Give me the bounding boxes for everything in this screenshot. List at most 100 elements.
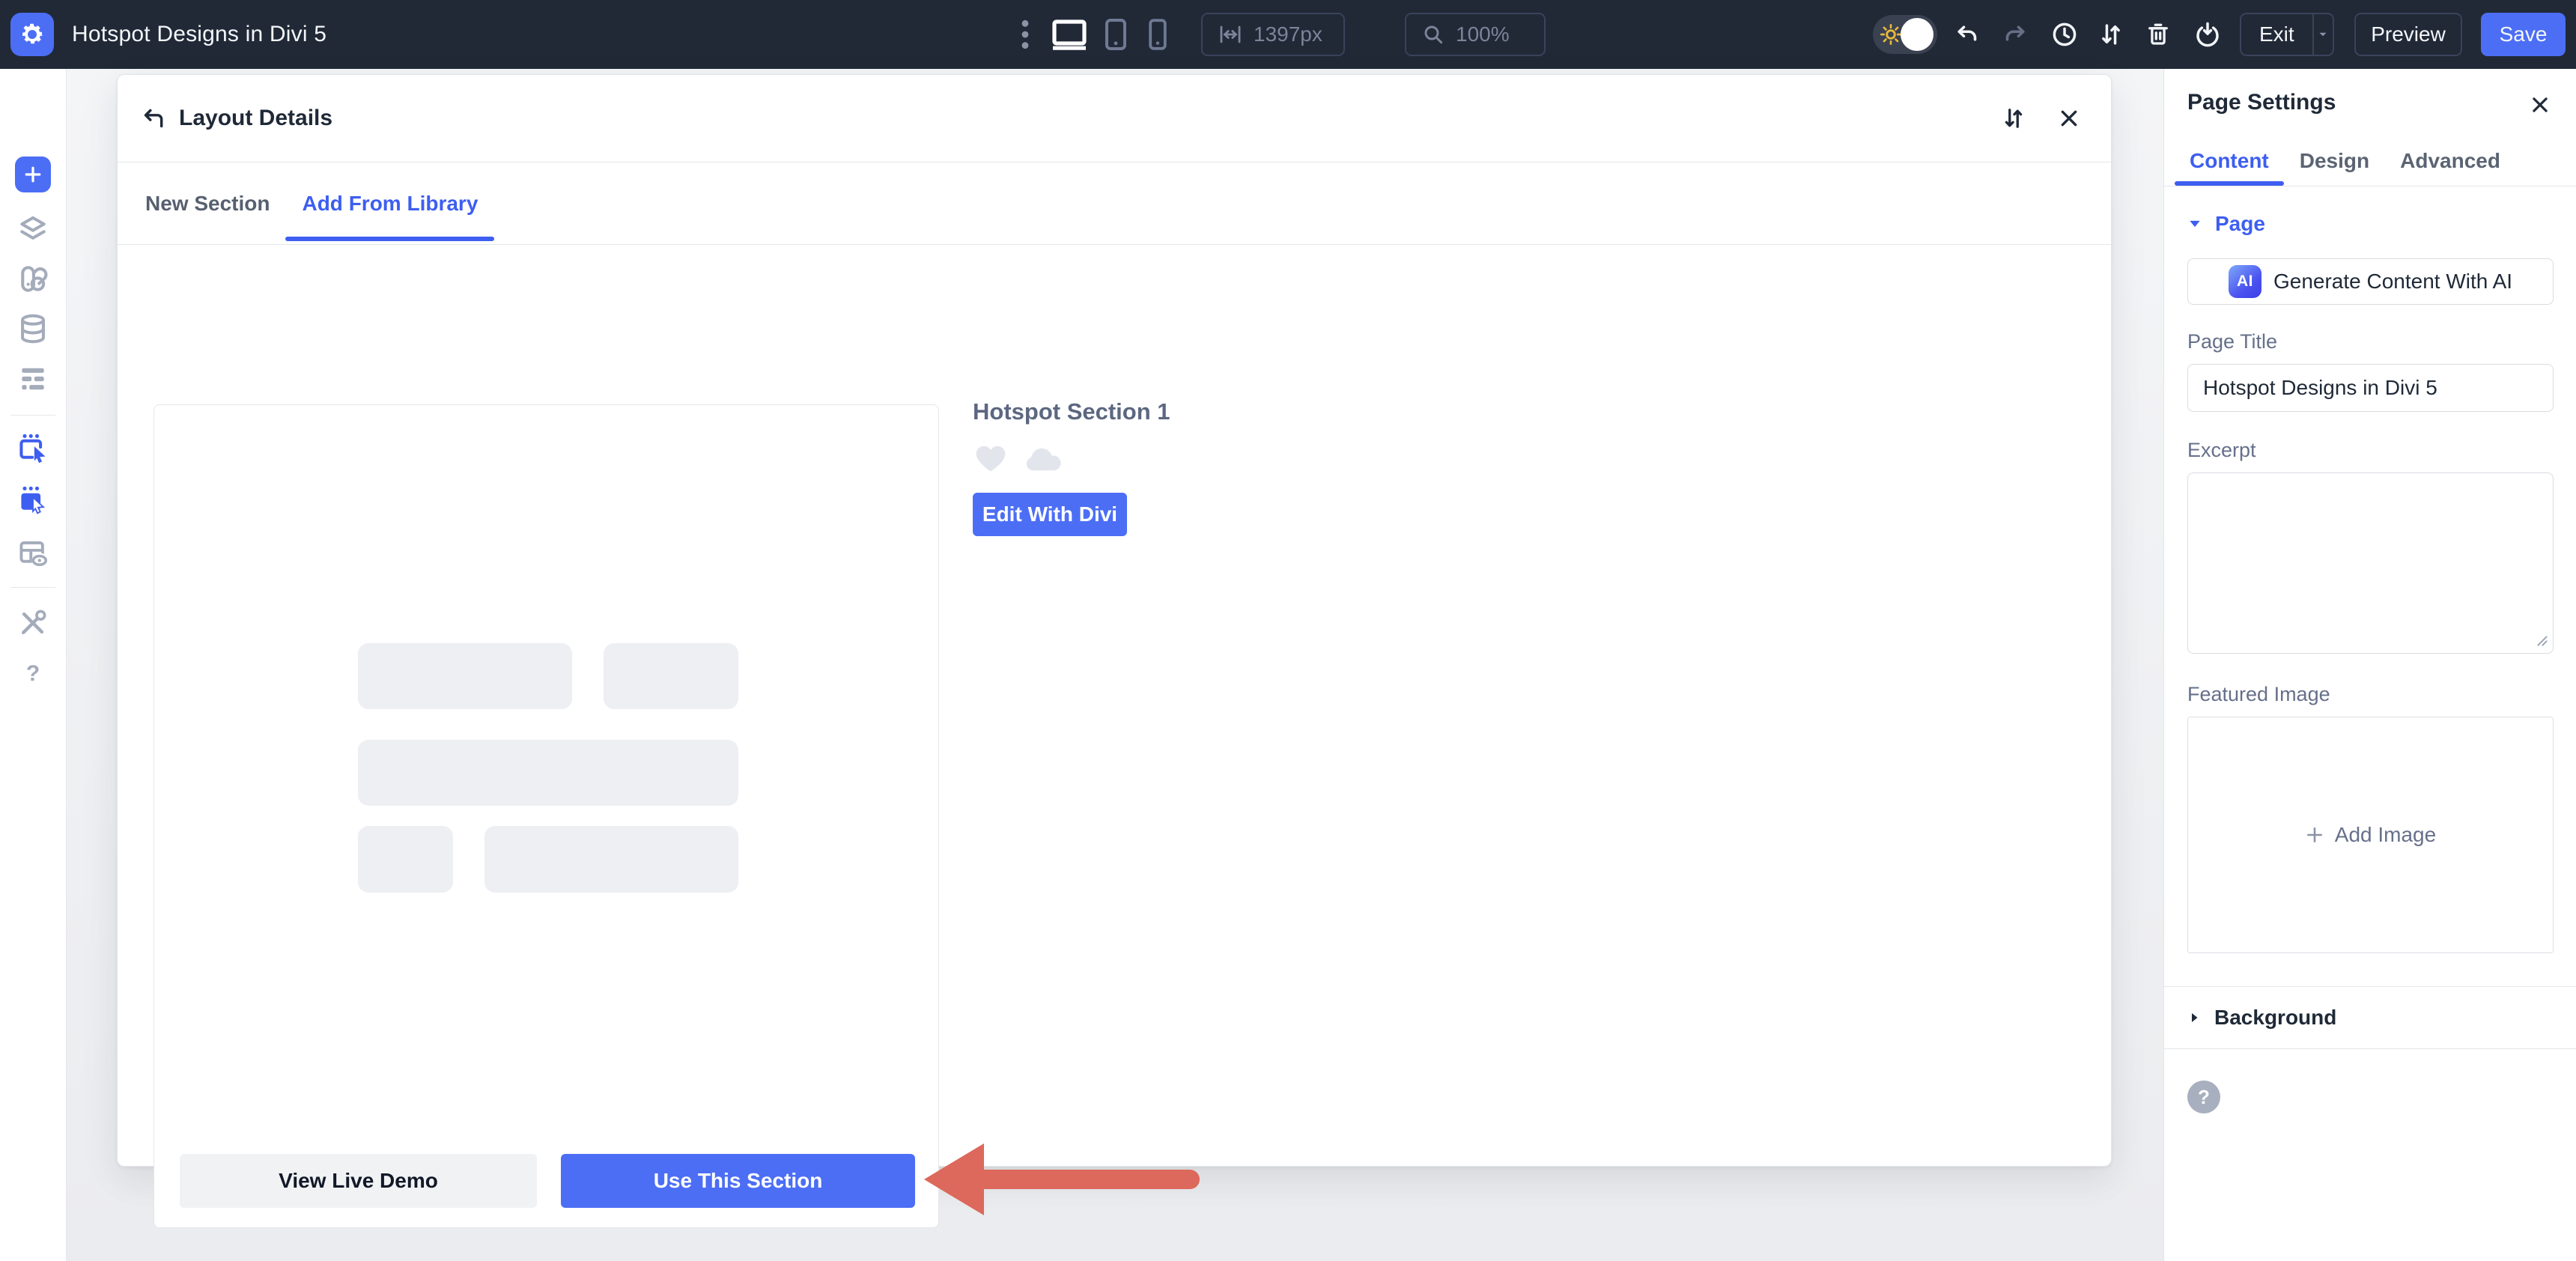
cloud-icon[interactable] <box>1022 441 1064 474</box>
sidebar-item-interactions-active[interactable] <box>16 483 49 516</box>
heart-icon[interactable] <box>973 441 1009 474</box>
caret-right-icon <box>2192 1013 2198 1022</box>
undo-button[interactable] <box>1950 0 1984 69</box>
sidebar-item-help[interactable]: ? <box>16 657 49 690</box>
modal-sort-button[interactable] <box>1997 102 2030 135</box>
panel-divider <box>2164 1048 2576 1049</box>
undo-icon <box>1957 25 1977 41</box>
panel-header: Page Settings Content Design Advanced <box>2164 69 2576 186</box>
tab-content[interactable]: Content <box>2175 136 2284 186</box>
hotspot-filled-icon <box>21 486 46 514</box>
save-button[interactable]: Save <box>2481 13 2566 56</box>
excerpt-field-wrap <box>2187 473 2554 654</box>
sidebar-item-tools[interactable] <box>16 607 49 639</box>
phone-icon <box>1149 19 1167 50</box>
annotation-arrow <box>924 1143 1200 1215</box>
sun-icon <box>1880 24 1901 45</box>
sidebar-item-wireframe-view[interactable] <box>16 538 49 571</box>
skeleton-block <box>604 643 738 709</box>
exit-button[interactable]: Exit <box>2240 13 2334 56</box>
theme-toggle[interactable] <box>1873 15 1937 54</box>
database-icon <box>21 314 45 344</box>
skeleton-block <box>358 826 453 893</box>
help-icon: ? <box>25 661 40 686</box>
page-settings-button[interactable] <box>10 13 54 56</box>
history-button[interactable] <box>2047 0 2082 69</box>
add-image-box[interactable]: Add Image <box>2187 717 2554 953</box>
desktop-view-button[interactable] <box>1048 0 1090 69</box>
close-icon <box>2533 97 2548 112</box>
use-this-section-button[interactable]: Use This Section <box>561 1154 915 1208</box>
resize-handle[interactable] <box>2536 634 2548 646</box>
sidebar-item-layers[interactable] <box>16 213 49 246</box>
ai-icon: AI <box>2228 265 2261 298</box>
more-options-button[interactable] <box>1017 0 1033 69</box>
sort-layers-button[interactable] <box>2094 0 2128 69</box>
preview-button[interactable]: Preview <box>2354 13 2462 56</box>
page-title-input[interactable] <box>2187 364 2554 412</box>
page-settings-panel: Page Settings Content Design Advanced Pa… <box>2163 69 2576 1261</box>
preview-label: Preview <box>2371 22 2446 46</box>
modal-close-button[interactable] <box>2053 102 2086 135</box>
sort-arrows-icon <box>2102 24 2120 45</box>
generate-content-ai-button[interactable]: AI Generate Content With AI <box>2187 258 2554 305</box>
back-icon[interactable] <box>140 105 167 132</box>
edit-with-divi-button[interactable]: Edit With Divi <box>973 493 1127 536</box>
builder-sidebar: ? <box>0 69 67 1261</box>
zoom-level-value: 100% <box>1456 22 1510 46</box>
modal-tabs: New Section Add From Library <box>118 162 2111 245</box>
sidebar-item-database[interactable] <box>16 312 49 345</box>
chevron-down-icon <box>2319 32 2327 37</box>
add-module-button[interactable] <box>15 157 51 192</box>
more-options-icon <box>1021 19 1029 49</box>
layers-icon <box>20 216 46 240</box>
help-icon: ? <box>2198 1085 2210 1108</box>
panel-body: Page AI Generate Content With AI Page Ti… <box>2164 212 2576 1113</box>
tab-add-from-library[interactable]: Add From Library <box>285 162 495 244</box>
save-label: Save <box>2499 22 2548 46</box>
desktop-icon <box>1052 19 1087 50</box>
page-title-label: Page Title <box>2187 330 2278 353</box>
trash-button[interactable] <box>2141 0 2175 69</box>
portability-button[interactable] <box>2190 0 2225 69</box>
tab-design[interactable]: Design <box>2300 136 2369 186</box>
sidebar-divider <box>10 587 55 588</box>
modal-body: View Live Demo Use This Section Hotspot … <box>118 245 2111 1228</box>
sort-arrows-icon <box>2005 109 2023 128</box>
tab-advanced[interactable]: Advanced <box>2400 136 2500 186</box>
modal-header: Layout Details <box>118 75 2111 162</box>
sidebar-item-fields[interactable] <box>16 362 49 395</box>
history-icon <box>2053 22 2077 46</box>
layout-eye-icon <box>19 541 48 568</box>
section-meta-icons <box>973 441 1064 474</box>
trash-icon <box>2148 23 2168 45</box>
exit-dropdown[interactable] <box>2312 14 2333 55</box>
view-live-demo-button[interactable]: View Live Demo <box>180 1154 537 1208</box>
panel-close-button[interactable] <box>2524 88 2557 121</box>
section-toggle-page[interactable]: Page <box>2187 212 2554 236</box>
excerpt-textarea[interactable] <box>2187 473 2554 654</box>
phone-view-button[interactable] <box>1144 0 1171 69</box>
tablet-icon <box>1105 19 1126 50</box>
skeleton-block <box>484 826 738 893</box>
canvas-width-value: 1397px <box>1254 22 1322 46</box>
page-title: Hotspot Designs in Divi 5 <box>72 22 327 46</box>
redo-button[interactable] <box>1998 0 2032 69</box>
sidebar-item-interactions[interactable] <box>16 431 49 464</box>
plus-icon <box>2306 827 2322 842</box>
panel-help-button[interactable]: ? <box>2187 1081 2220 1113</box>
canvas-width-input[interactable]: 1397px <box>1201 13 1345 56</box>
add-image-label: Add Image <box>2334 823 2437 846</box>
tab-new-section[interactable]: New Section <box>145 162 270 244</box>
sidebar-item-design-presets[interactable] <box>16 263 49 296</box>
zoom-level-input[interactable]: 100% <box>1405 13 1546 56</box>
toggle-knob <box>1901 18 1933 51</box>
caret-down-icon <box>2190 220 2200 228</box>
section-toggle-background[interactable]: Background <box>2187 987 2554 1048</box>
zoom-icon <box>1424 25 1443 44</box>
skeleton-block <box>358 643 572 709</box>
hotspot-outline-icon <box>19 434 46 464</box>
tablet-view-button[interactable] <box>1101 0 1131 69</box>
layout-details-modal: Layout Details New Section Add From Libr… <box>117 74 2112 1228</box>
panel-tabs: Content Design Advanced <box>2175 136 2500 186</box>
